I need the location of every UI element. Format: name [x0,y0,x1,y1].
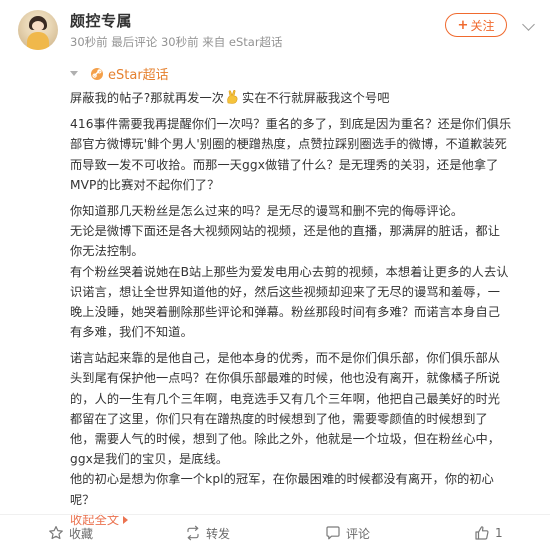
content-line: 他的初心是想为你拿一个kpl的冠军，在你最困难的时候都没有离开，你的初心 [70,472,494,487]
content-text: 呢？ [70,492,95,507]
star-icon [49,526,63,540]
like-count: 1 [495,526,503,540]
link-icon [91,67,103,80]
follow-label: 关注 [470,18,495,33]
content-line: 无论是微博下面还是各大视频网站的视频，还是他的直播，那满屏的脏话，都让 [70,224,501,239]
repost-button[interactable]: 转发 [185,518,230,548]
content-line: 识诺言，想让全世界知道他的好，然后这些视频却迎来了无尽的谩骂和羞辱，一 [70,284,501,299]
content-line: 的，人的一生有几个三年啊，电竞选手又有几个三年啊，他把自己最美好的时光 [70,391,501,406]
thumbs-up-icon [475,526,489,540]
action-bar: 收藏 转发 评论 1 [0,518,550,548]
content-line: 他，需要人气的时候，想到了他。除此之外，他就是一个垃圾，但在粉丝心中， [70,432,501,446]
content-line: 晚上没睡，她哭着删除那些评论和弹幕。粉丝那段时间有多难？而诺言本身自己 [70,304,501,319]
content-text: 屏蔽我的帖子?那就再发一次 [70,91,225,105]
favorite-label: 收藏 [69,526,94,541]
post-meta: 30秒前 最后评论 30秒前 来自 eStar超话 [70,35,283,49]
favorite-button[interactable]: 收藏 [48,518,93,548]
content-text: 实在不行就屏蔽我这个号吧 [242,91,390,105]
repost-label: 转发 [206,526,231,541]
chevron-down-icon[interactable] [522,18,535,31]
comment-icon [326,526,340,540]
victory-hand-emoji-icon [227,90,238,104]
avatar[interactable] [18,10,58,50]
post-header: 颇控专属 30秒前 最后评论 30秒前 来自 eStar超话 + 关注 [0,0,550,60]
username[interactable]: 颇控专属 [70,10,132,31]
content-line: MVP的比赛对不起你们了？ [70,177,220,192]
topic-source-label: eStar超话 [108,68,169,83]
content-line: 呢？ [70,490,542,510]
comment-label: 评论 [346,526,371,541]
comment-button[interactable]: 评论 [325,518,370,548]
content-line: 你无法控制。 [70,244,144,259]
content-line: 而导致一发不可收拾。而那一天ggx做错了什么？是无理秀的关羽，还是他拿了 [70,157,499,172]
content-line: ggx是我们的宝贝，是底线。 [70,452,229,467]
content-line: 屏蔽我的帖子?那就再发一次 实在不行就屏蔽我这个号吧 [70,88,542,108]
divider [0,514,550,515]
plus-icon: + [457,17,469,33]
content-line: 诺言站起来靠的是他自己，是他本身的优秀，而不是你们俱乐部，你们俱乐部从 [70,351,501,366]
post-content: 屏蔽我的帖子?那就再发一次 实在不行就屏蔽我这个号吧 416事件需要我再提醒你们… [70,88,542,530]
topic-source[interactable]: eStar超话 [70,64,169,83]
content-line: 头到尾有保护他一点吗？在你俱乐部最难的时候，他也没有离开，就像橘子所说 [70,371,501,386]
content-line: 你知道那几天粉丝是怎么过来的吗？是无尽的谩骂和删不完的侮辱评论。 [70,203,464,218]
caret-down-icon [70,71,78,76]
content-line: 416事件需要我再提醒你们一次吗？重名的多了，到底是因为重名？还是你们俱乐 [70,117,512,132]
content-line: 有个粉丝哭着说她在B站上那些为爱发电用心去剪的视频，本想着让更多的人去认 [70,264,509,279]
content-line: 有多难，我们不知道。 [70,325,193,340]
content-line: 都留在了这里，你们只有在蹭热度的时候想到了他，需要零颜值的时候想到了 [70,411,488,426]
like-button[interactable]: 1 [474,518,503,548]
follow-button[interactable]: + 关注 [445,13,507,37]
content-line: 部官方微博玩'鲱个男人'别圈的梗蹭热度，点赞拉踩别圈选手的微博，不道歉装死 [70,137,507,152]
repost-icon [187,525,199,541]
